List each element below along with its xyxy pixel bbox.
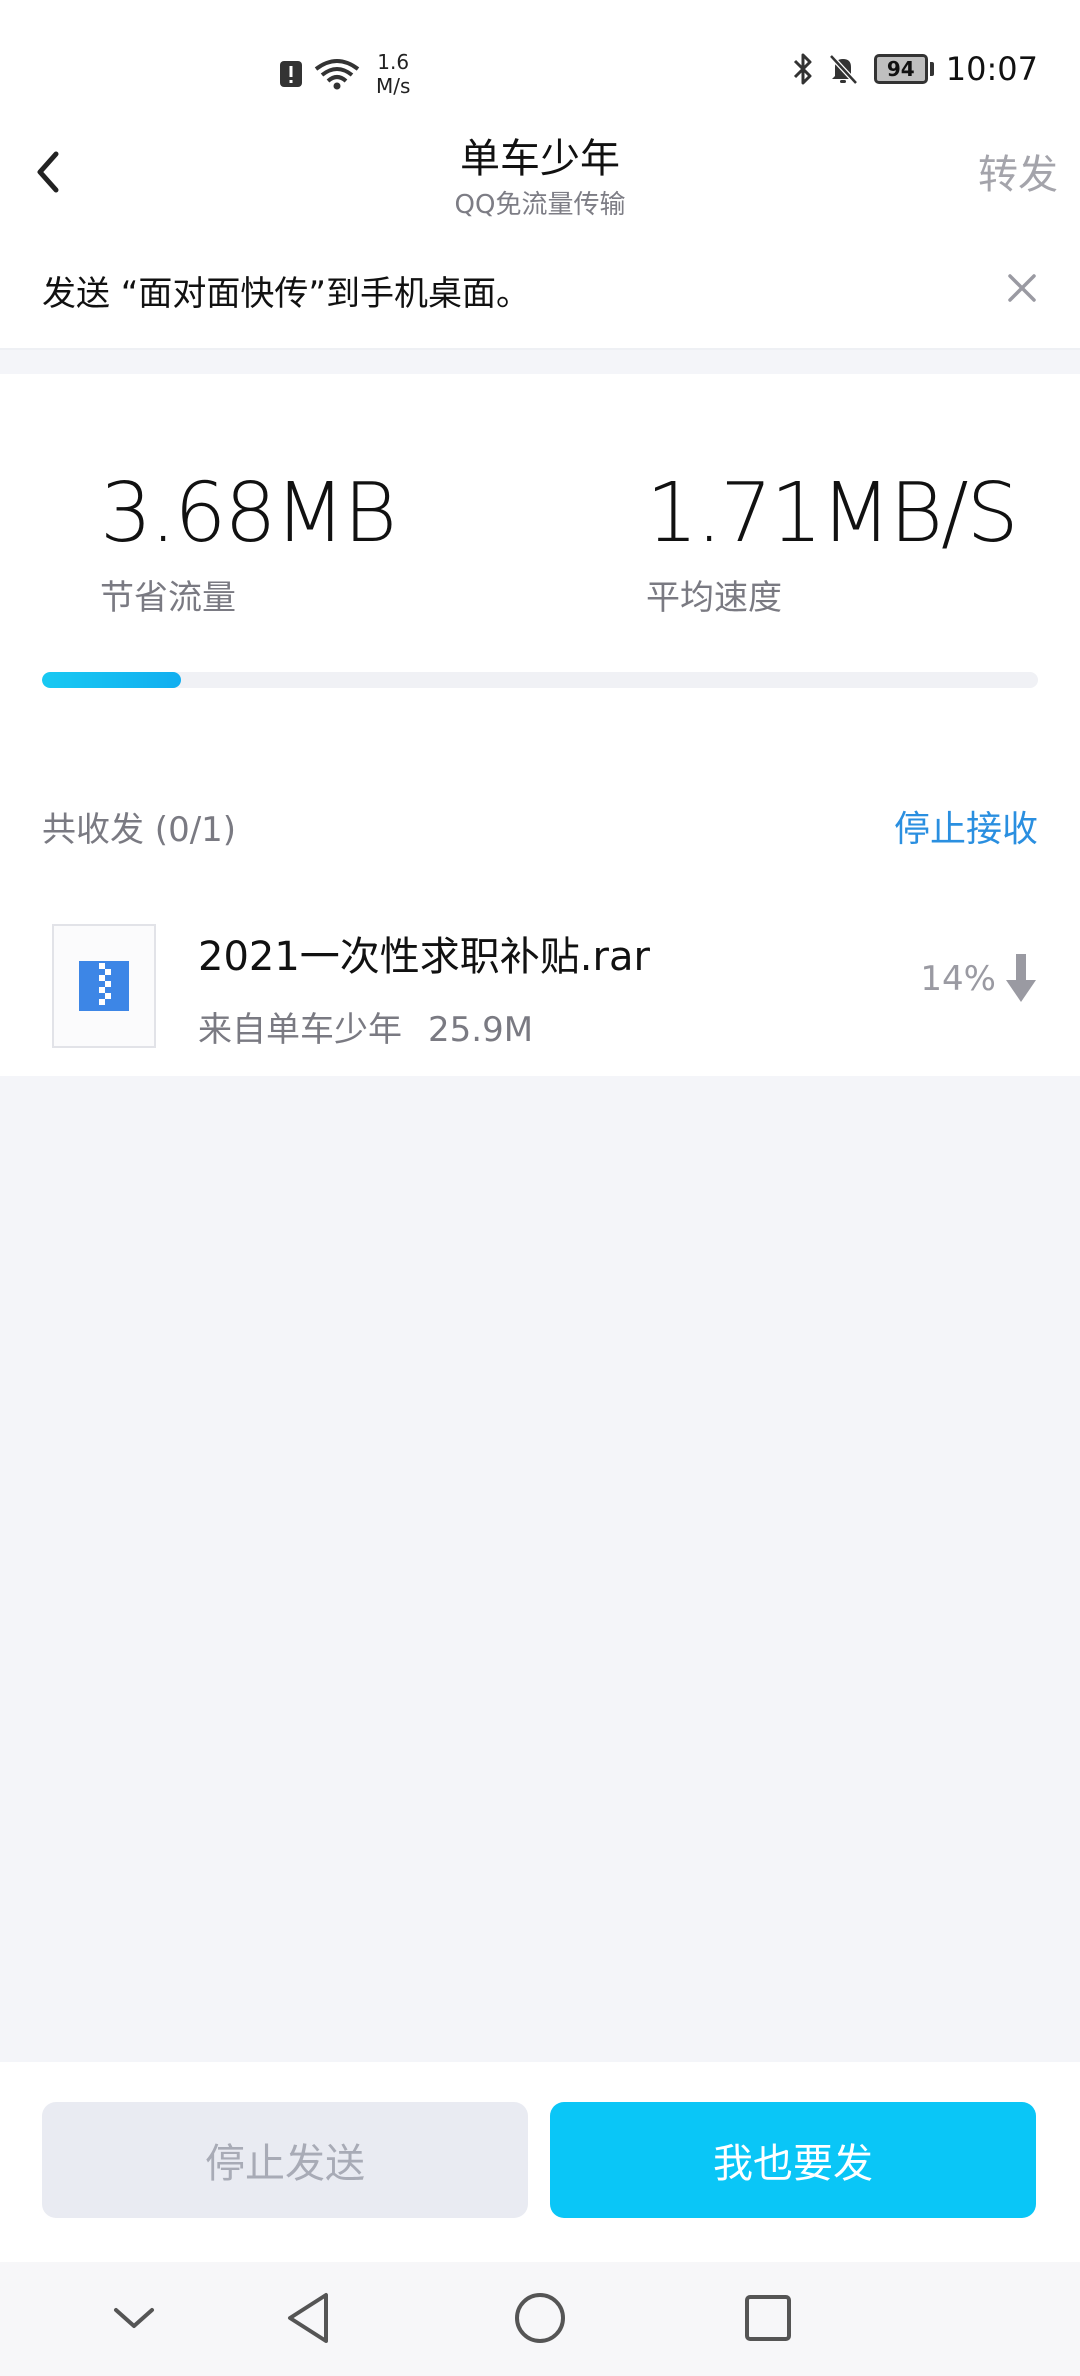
battery-level: 94 (886, 57, 915, 81)
status-bar: 1.6 M/s 94 10:07 (0, 0, 1080, 120)
saved-traffic-value: 3.68MB (100, 466, 397, 561)
saved-traffic-stat: 3.68MB 节省流量 (100, 464, 397, 619)
file-percent: 14% (920, 959, 996, 999)
transfer-card: 3.68MB 节省流量 1.71MB/S 平均速度 共收发 (0/1) 停止接收 (0, 374, 1080, 1076)
clock: 10:07 (945, 50, 1038, 88)
action-bar: 停止发送 我也要发 (0, 2062, 1080, 2262)
stop-receive-button[interactable]: 停止接收 (894, 800, 1038, 852)
file-list-item[interactable]: 2021一次性求职补贴.rar 来自单车少年 25.9M 14% (0, 894, 1080, 1076)
close-icon[interactable] (1004, 270, 1040, 306)
circle-home-icon (515, 2293, 565, 2343)
wifi-icon (314, 59, 360, 90)
overall-progress-bar (42, 672, 1038, 688)
average-speed-label: 平均速度 (646, 578, 782, 618)
file-name: 2021一次性求职补贴.rar (198, 934, 650, 980)
bell-muted-icon (828, 54, 858, 85)
alert-icon (280, 61, 302, 87)
nav-back-button[interactable] (278, 2288, 338, 2348)
status-right: 94 10:07 (790, 50, 1038, 88)
app-root: 1.6 M/s 94 10:07 单车少年 QQ免流量传输 转发 发送 “面对面… (0, 0, 1080, 2376)
average-speed-value: 1.71MB/S (646, 466, 1019, 561)
battery-indicator: 94 (873, 54, 928, 84)
overall-progress-fill (42, 672, 182, 688)
battery-tip (929, 62, 934, 76)
download-arrow-icon (1006, 954, 1036, 1002)
saved-traffic-label: 节省流量 (100, 578, 236, 618)
square-recents-icon (745, 2295, 791, 2341)
stop-send-button[interactable]: 停止发送 (42, 2102, 528, 2218)
nav-header: 单车少年 QQ免流量传输 转发 (0, 120, 1080, 230)
page-subtitle: QQ免流量传输 (454, 190, 626, 220)
file-source: 来自单车少年 (198, 1010, 402, 1050)
network-speed-value: 1.6 (377, 50, 410, 74)
forward-button[interactable]: 转发 (978, 142, 1058, 200)
archive-file-icon (79, 961, 129, 1011)
file-size: 25.9M (428, 1010, 534, 1050)
bluetooth-icon (793, 53, 812, 85)
triangle-back-icon (288, 2293, 328, 2343)
file-progress: 14% (920, 952, 1038, 1006)
network-speed: 1.6 M/s (376, 50, 410, 98)
tip-text: 发送 “面对面快传”到手机桌面。 (42, 274, 531, 314)
system-nav-bar (0, 2262, 1080, 2376)
transfer-section-header: 共收发 (0/1) 停止接收 (42, 800, 1038, 852)
also-send-button[interactable]: 我也要发 (550, 2102, 1036, 2218)
nav-home-button[interactable] (510, 2288, 570, 2348)
tip-banner[interactable]: 发送 “面对面快传”到手机桌面。 (0, 230, 1080, 350)
network-speed-unit: M/s (376, 74, 411, 98)
chevron-down-icon (114, 2308, 154, 2328)
average-speed-stat: 1.71MB/S 平均速度 (646, 464, 1019, 619)
page-title: 单车少年 (460, 136, 620, 182)
status-left: 1.6 M/s (278, 50, 410, 98)
transfer-count: 共收发 (0/1) (42, 809, 237, 850)
file-thumbnail (52, 924, 156, 1048)
nav-collapse-button[interactable] (104, 2288, 164, 2348)
nav-recents-button[interactable] (738, 2288, 798, 2348)
file-meta: 来自单车少年 25.9M (198, 1002, 559, 1051)
